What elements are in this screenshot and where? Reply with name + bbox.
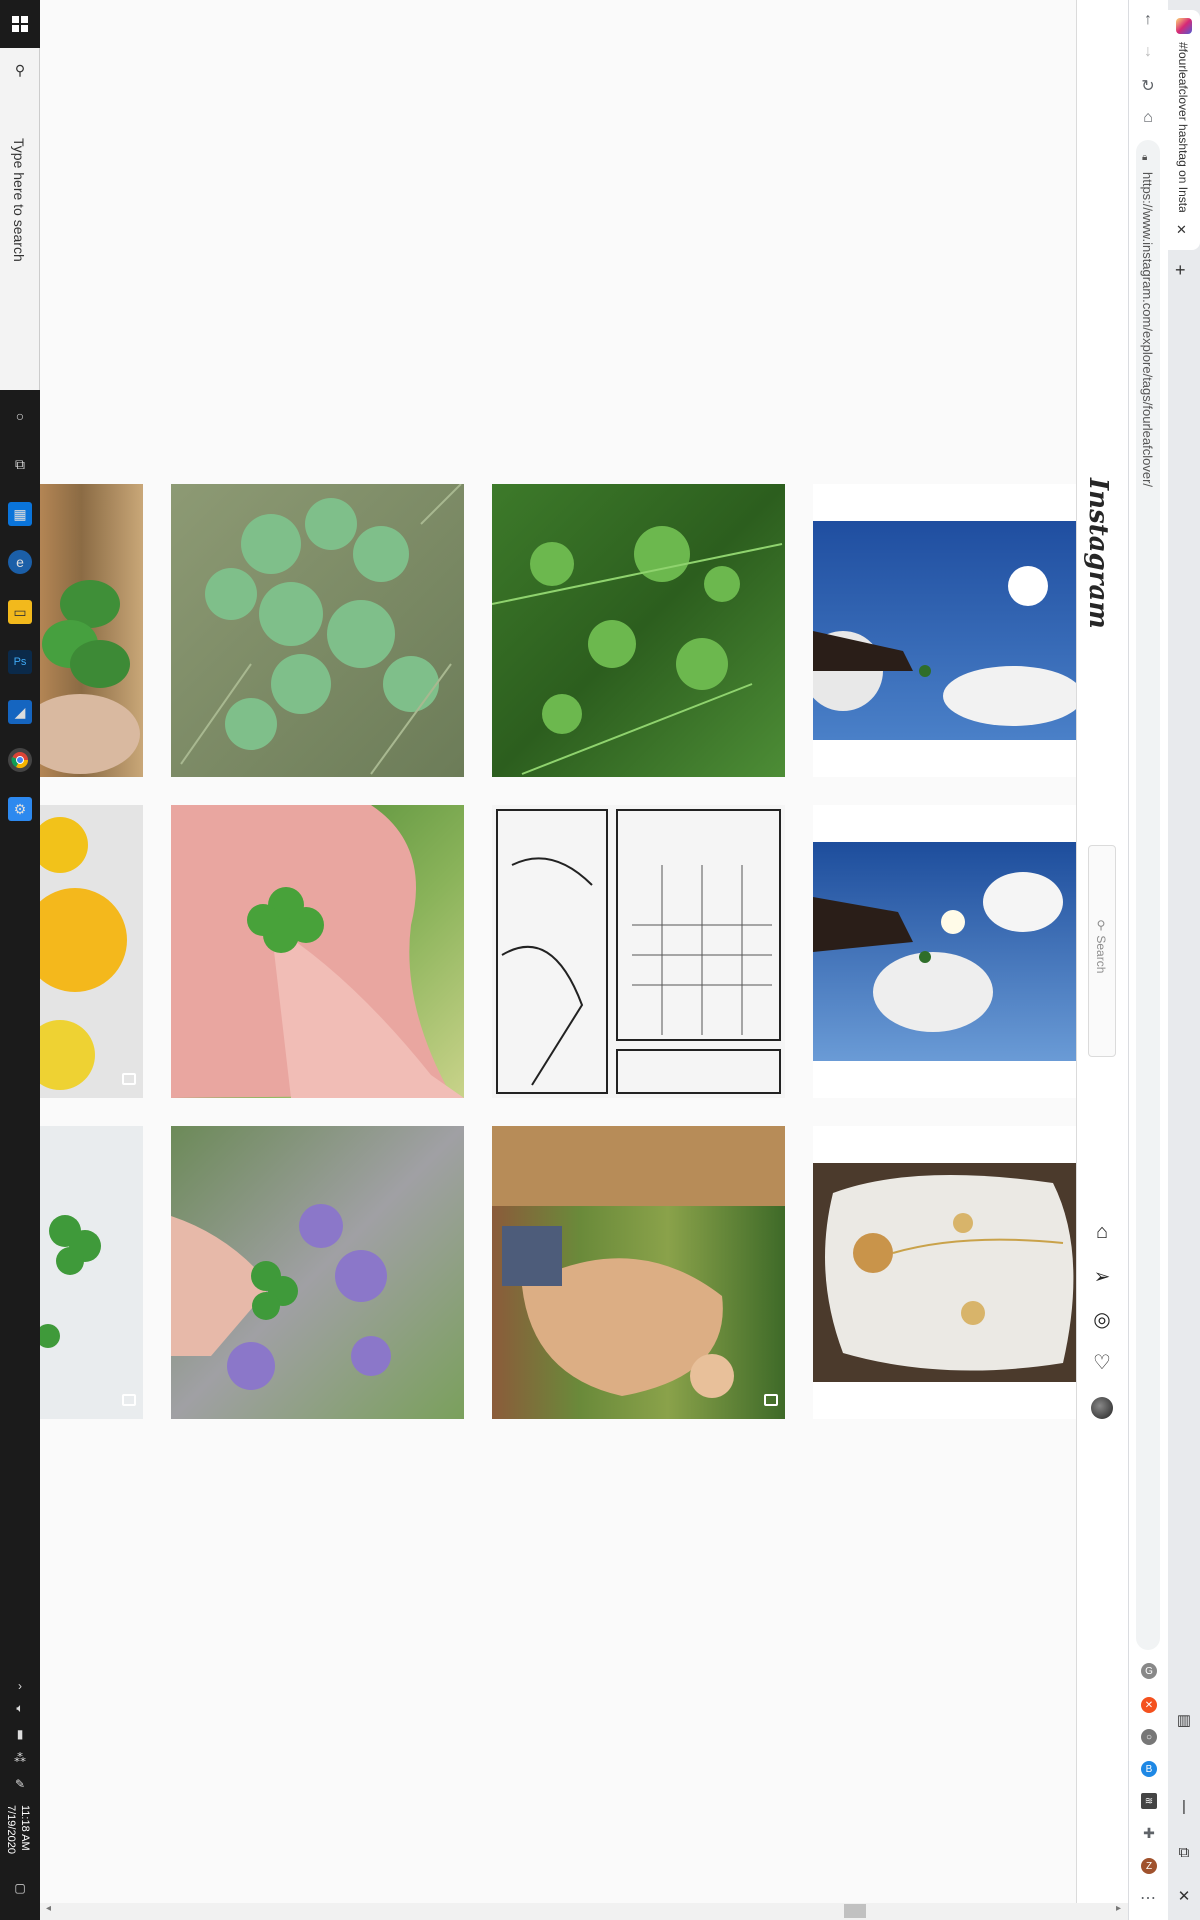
direct-message-icon[interactable]: ➢ xyxy=(1090,1264,1114,1288)
post-tile-clover-flowers[interactable] xyxy=(171,1126,464,1419)
multi-photo-icon xyxy=(764,1394,778,1406)
post-tile-comic-sketch[interactable] xyxy=(492,805,785,1098)
store-app-icon[interactable]: ▦ xyxy=(8,502,32,526)
home-icon[interactable]: ⌂ xyxy=(1090,1220,1114,1244)
scrollbar-thumb[interactable] xyxy=(844,1904,866,1918)
clock-date: 7/19/2020 xyxy=(5,1805,17,1854)
lock-icon[interactable]: 🔒︎ xyxy=(1142,152,1147,163)
post-tile-hand-sky-clover-1[interactable] xyxy=(813,484,1076,777)
search-icon: ⚲ xyxy=(14,61,26,78)
multi-photo-icon xyxy=(122,1073,136,1085)
g-icon[interactable]: G xyxy=(1141,1663,1157,1679)
z-icon[interactable]: Z xyxy=(1141,1858,1157,1874)
notification-icon[interactable]: ▢ xyxy=(10,1880,30,1896)
taskbar: ⚲ Type here to search ○ ⧉ ▦ e ▭ Ps ◢ ⚙ ›… xyxy=(0,0,40,1920)
search-label: Search xyxy=(1094,935,1108,974)
x-icon[interactable]: ✕ xyxy=(1141,1697,1157,1713)
post-tile-clover-white[interactable] xyxy=(40,1126,143,1419)
scroll-left-arrow-icon[interactable]: ◂ xyxy=(46,1903,51,1914)
puzzle-icon[interactable]: ✚ xyxy=(1141,1825,1157,1841)
instagram-favicon-icon xyxy=(1176,18,1192,34)
taskbar-search-placeholder: Type here to search xyxy=(11,138,27,262)
speaker-icon[interactable]: 🔈︎ xyxy=(10,1700,30,1716)
explore-compass-icon[interactable]: ◎ xyxy=(1090,1307,1114,1331)
post-tile-person-field[interactable] xyxy=(492,1126,785,1419)
profile-avatar[interactable] xyxy=(1091,1397,1113,1419)
o-icon[interactable]: ○ xyxy=(1141,1729,1157,1745)
back-arrow-icon[interactable]: ↑ xyxy=(1136,8,1160,32)
file-explorer-icon[interactable]: ▭ xyxy=(8,600,32,624)
chevron-up-icon[interactable]: › xyxy=(10,1678,30,1694)
b-icon[interactable]: B xyxy=(1141,1761,1157,1777)
more-menu-icon[interactable]: ⋯ xyxy=(1136,1886,1160,1910)
network-icon[interactable]: ⁂ xyxy=(10,1750,30,1766)
task-view-icon[interactable]: ⧉ xyxy=(8,452,32,476)
restore-icon[interactable]: ⧉ xyxy=(1172,1840,1196,1864)
tab-search-icon[interactable]: ▥ xyxy=(1172,1708,1196,1732)
app-icon-blue[interactable]: ◢ xyxy=(8,700,32,724)
pen-icon[interactable]: ✎ xyxy=(10,1776,30,1792)
home-icon[interactable]: ⌂ xyxy=(1136,106,1160,130)
post-tile-lemons[interactable] xyxy=(40,805,143,1098)
taskbar-search-box[interactable]: ⚲ Type here to search xyxy=(0,48,40,390)
instagram-search-placeholder: ⚲ Search xyxy=(1094,918,1108,974)
post-tile-fingers-clover[interactable] xyxy=(171,805,464,1098)
instagram-logo[interactable]: Instagram xyxy=(1083,478,1113,629)
r-icon[interactable]: ≋ xyxy=(1141,1793,1157,1809)
taskbar-clock[interactable]: 11:18 AM 7/19/2020 xyxy=(4,1805,32,1854)
chrome-app-icon[interactable] xyxy=(8,748,32,772)
post-tile-clover-grass[interactable] xyxy=(492,484,785,777)
scroll-right-arrow-icon[interactable]: ▸ xyxy=(1116,1903,1121,1914)
tab-strip xyxy=(1168,0,1200,1920)
post-tile-hand-sky-clover-2[interactable] xyxy=(813,805,1076,1098)
multi-photo-icon xyxy=(122,1394,136,1406)
url-text: https://www.instagram.com/explore/tags/f… xyxy=(1140,172,1155,488)
photoshop-app-icon[interactable]: Ps xyxy=(8,650,32,674)
heart-icon[interactable]: ♡ xyxy=(1090,1350,1114,1374)
close-tab-icon[interactable]: ✕ xyxy=(1176,222,1187,238)
tab-title: #fourleafclover hashtag on Insta xyxy=(1176,42,1190,212)
close-window-icon[interactable]: ✕ xyxy=(1172,1884,1196,1908)
settings-app-icon[interactable]: ⚙ xyxy=(8,797,32,821)
battery-icon[interactable]: ▮ xyxy=(10,1726,30,1742)
reload-icon[interactable]: ↻ xyxy=(1136,74,1160,98)
minimize-icon[interactable]: | xyxy=(1172,1794,1196,1818)
post-tile-clover-lawn[interactable] xyxy=(171,484,464,777)
post-tile-clover-hand-wood[interactable] xyxy=(40,484,143,777)
clock-time: 11:18 AM xyxy=(19,1805,31,1851)
post-tile-stone-jewelry[interactable] xyxy=(813,1126,1076,1419)
cortana-icon[interactable]: ○ xyxy=(8,404,32,428)
edge-app-icon[interactable]: e xyxy=(8,550,32,574)
windows-start-icon[interactable] xyxy=(8,12,32,36)
new-tab-icon[interactable]: + xyxy=(1175,260,1186,281)
forward-arrow-icon[interactable]: ↓ xyxy=(1136,40,1160,64)
horizontal-scrollbar[interactable] xyxy=(40,1903,1128,1920)
